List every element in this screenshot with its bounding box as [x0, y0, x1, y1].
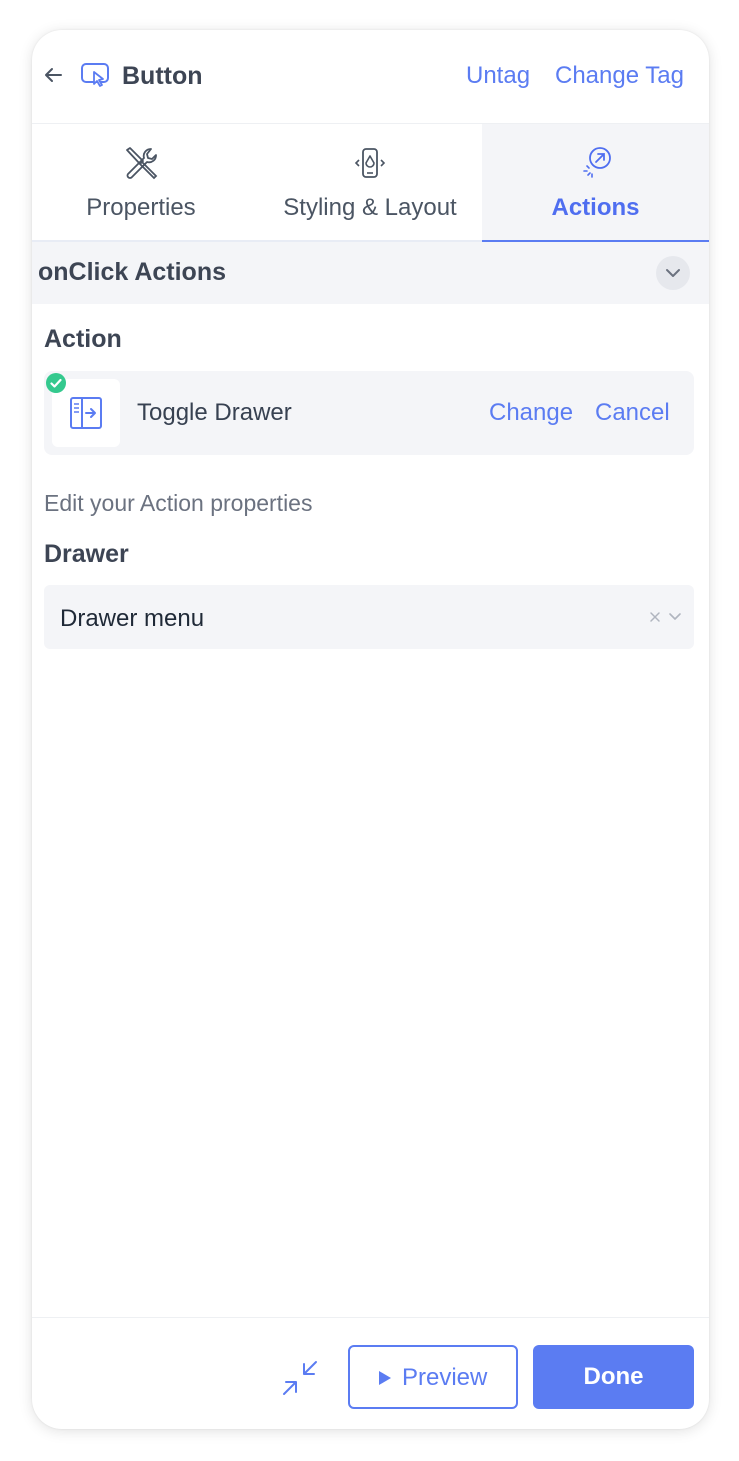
panel-footer: Preview Done	[32, 1317, 709, 1429]
action-label: Action	[44, 325, 122, 353]
drawer-select-value: Drawer menu	[60, 605, 205, 632]
onclick-section-header[interactable]: onClick Actions	[32, 242, 709, 304]
change-action-link[interactable]: Change	[489, 399, 573, 427]
done-label: Done	[583, 1363, 644, 1390]
section-title: onClick Actions	[38, 258, 226, 286]
action-panel: Button Untag Change Tag Properties Styli…	[32, 30, 709, 1429]
drawer-select[interactable]: Drawer menu	[44, 585, 694, 649]
drawer-toggle-icon	[70, 397, 102, 429]
cursor-click-icon	[583, 147, 611, 178]
tab-label: Actions	[551, 194, 640, 221]
change-tag-link[interactable]: Change Tag	[555, 62, 684, 90]
tab-actions[interactable]: Actions	[482, 124, 709, 242]
untag-link[interactable]: Untag	[466, 62, 530, 90]
minimize-icon[interactable]	[280, 1358, 320, 1398]
selected-action-card: Toggle Drawer Change Cancel	[44, 371, 694, 455]
panel-header: Button Untag Change Tag	[32, 30, 709, 124]
tab-bar: Properties Styling & Layout Actions	[32, 124, 709, 242]
drawer-label: Drawer	[44, 540, 129, 568]
tab-label: Properties	[86, 194, 196, 221]
cancel-action-link[interactable]: Cancel	[595, 399, 670, 427]
button-tap-icon	[81, 63, 109, 87]
preview-label: Preview	[402, 1364, 488, 1391]
tab-properties[interactable]: Properties	[32, 124, 250, 242]
edit-hint-text: Edit your Action properties	[44, 490, 313, 516]
chevron-down-icon	[666, 269, 680, 277]
collapse-button[interactable]	[656, 256, 690, 290]
element-title: Button	[122, 62, 203, 90]
clear-icon[interactable]	[648, 610, 662, 624]
done-button[interactable]: Done	[533, 1345, 694, 1409]
tab-label: Styling & Layout	[283, 194, 457, 221]
chevron-down-icon[interactable]	[668, 611, 682, 623]
arrow-left-icon[interactable]	[42, 64, 64, 86]
preview-button[interactable]: Preview	[348, 1345, 518, 1409]
action-name: Toggle Drawer	[137, 399, 292, 426]
check-badge-icon	[46, 373, 66, 393]
wrench-screwdriver-icon	[126, 147, 158, 180]
tab-styling-layout[interactable]: Styling & Layout	[261, 124, 479, 242]
play-icon	[379, 1371, 391, 1385]
mobile-style-icon	[354, 148, 386, 178]
